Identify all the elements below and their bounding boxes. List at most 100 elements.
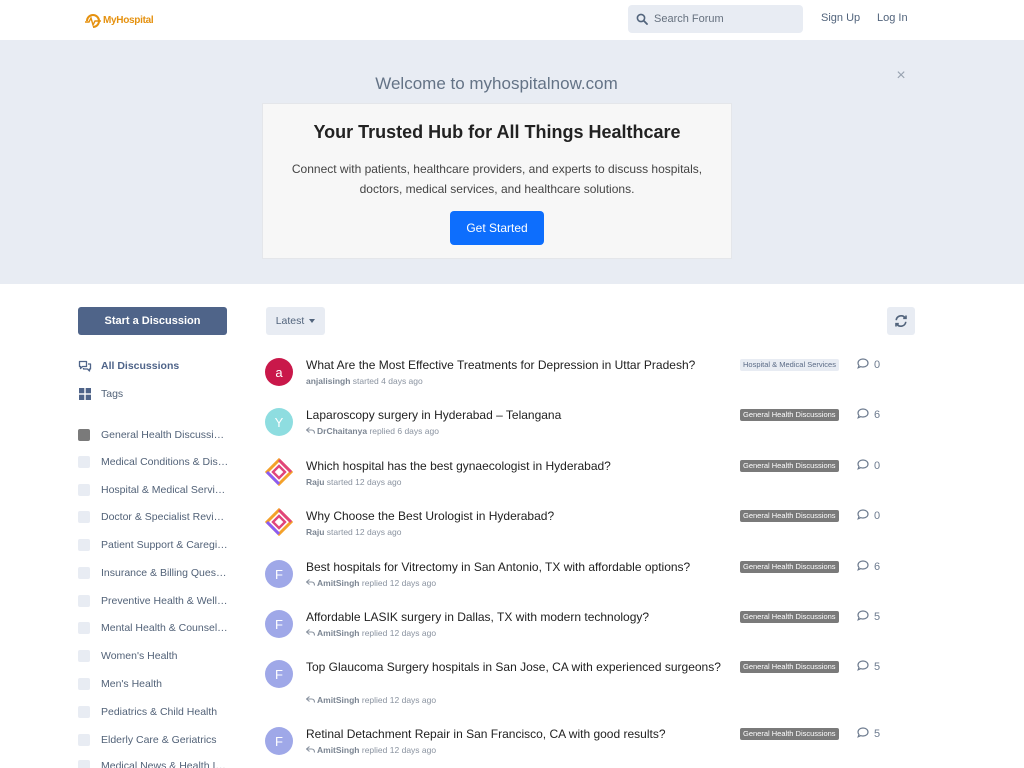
chat-bubbles-icon (78, 359, 92, 373)
get-started-button[interactable]: Get Started (450, 211, 544, 245)
search-input[interactable] (654, 13, 794, 25)
discussion-row[interactable]: Why Choose the Best Urologist in Hyderab… (264, 507, 925, 553)
action-text: started (326, 477, 353, 487)
sidebar-tag-mens-health[interactable]: Men's Health (78, 676, 229, 692)
discussion-title[interactable]: Top Glaucoma Surgery hospitals in San Jo… (306, 659, 726, 675)
discussion-meta: DrChaitanya replied 6 days ago (305, 426, 439, 436)
hospital-logo-icon (264, 507, 294, 539)
search-box[interactable] (628, 5, 803, 33)
tag-color-square (78, 511, 90, 523)
discussion-title[interactable]: Why Choose the Best Urologist in Hyderab… (306, 508, 726, 524)
user-avatar[interactable] (264, 507, 294, 539)
sort-dropdown[interactable]: Latest (266, 307, 325, 335)
username[interactable]: anjalisingh (306, 376, 350, 386)
sidebar-tag-pediatrics[interactable]: Pediatrics & Child Health (78, 704, 229, 720)
sidebar-tag-patient-support[interactable]: Patient Support & Caregivers (78, 537, 229, 553)
reply-count: 0 (857, 358, 880, 372)
tag-color-square (78, 650, 90, 662)
discussion-meta: AmitSingh replied 12 days ago (305, 628, 437, 638)
welcome-hero: Welcome to myhospitalnow.com × Your Trus… (0, 40, 1024, 284)
heartbeat-logo-icon (85, 14, 101, 28)
discussion-row[interactable]: F Top Glaucoma Surgery hospitals in San J… (265, 659, 925, 705)
username[interactable]: Raju (306, 477, 324, 487)
user-avatar[interactable]: F (265, 610, 293, 638)
user-avatar[interactable]: F (265, 660, 293, 688)
sidebar-tag-preventive-health[interactable]: Preventive Health & Wellness (78, 593, 229, 609)
refresh-icon (895, 315, 907, 327)
discussion-tag-badge[interactable]: General Health Discussions (740, 728, 839, 740)
comment-bubble-icon (857, 660, 874, 674)
comment-bubble-icon (857, 610, 874, 624)
log-in-link[interactable]: Log In (877, 12, 908, 24)
sidebar-tag-insurance-billing[interactable]: Insurance & Billing Questions (78, 565, 229, 581)
discussion-meta: Raju started 12 days ago (306, 527, 402, 537)
comment-bubble-icon (857, 509, 874, 523)
discussion-row[interactable]: Which hospital has the best gynaecologis… (264, 457, 925, 503)
discussion-row[interactable]: F Affordable LASIK surgery in Dallas, TX … (265, 610, 925, 654)
discussion-tag-badge[interactable]: General Health Discussions (740, 661, 839, 673)
discussion-row[interactable]: a What Are the Most Effective Treatments … (265, 358, 925, 402)
avatar-letter: Y (274, 414, 284, 430)
start-discussion-button[interactable]: Start a Discussion (78, 307, 227, 335)
discussion-row[interactable]: Y Laparoscopy surgery in Hyderabad – Tela… (265, 408, 925, 452)
sidebar-tag-mental-health[interactable]: Mental Health & Counseling (78, 620, 229, 636)
discussion-tag-badge[interactable]: General Health Discussions (740, 409, 839, 421)
reply-count-value: 0 (874, 359, 881, 371)
discussion-title[interactable]: What Are the Most Effective Treatments f… (306, 357, 726, 373)
sidebar-tag-hospital-services[interactable]: Hospital & Medical Services (78, 482, 229, 498)
timestamp: 12 days ago (389, 628, 437, 638)
logo-text: MyHospital (103, 14, 154, 26)
user-avatar[interactable]: a (265, 358, 293, 386)
nav-label: All Discussions (101, 360, 180, 372)
timestamp: 12 days ago (389, 578, 437, 588)
sidebar-tag-medical-conditions[interactable]: Medical Conditions & Diseases (78, 454, 229, 470)
nav-label: Tags (101, 388, 124, 400)
close-icon[interactable]: × (893, 68, 909, 84)
discussion-tag-badge[interactable]: General Health Discussions (740, 561, 839, 573)
discussion-title[interactable]: Laparoscopy surgery in Hyderabad – Telan… (306, 407, 726, 423)
avatar-letter: F (275, 733, 283, 749)
reply-icon (305, 628, 316, 638)
discussion-title[interactable]: Affordable LASIK surgery in Dallas, TX w… (306, 609, 726, 625)
action-text: replied (361, 695, 388, 705)
username[interactable]: AmitSingh (317, 745, 360, 755)
username[interactable]: AmitSingh (317, 578, 360, 588)
user-avatar[interactable]: Y (265, 408, 293, 436)
nav-tags[interactable]: Tags (78, 386, 123, 402)
comment-bubble-icon (857, 358, 874, 372)
nav-all-discussions[interactable]: All Discussions (78, 358, 179, 374)
discussion-tag-badge[interactable]: General Health Discussions (740, 611, 839, 623)
user-avatar[interactable]: F (265, 727, 293, 755)
discussion-title[interactable]: Retinal Detachment Repair in San Francis… (306, 726, 726, 742)
tag-color-square (78, 760, 90, 768)
action-text: started (326, 527, 353, 537)
reply-count: 5 (857, 610, 880, 624)
user-avatar[interactable]: F (265, 560, 293, 588)
discussion-title[interactable]: Best hospitals for Vitrectomy in San Ant… (306, 559, 726, 575)
refresh-button[interactable] (887, 307, 915, 335)
username[interactable]: Raju (306, 527, 324, 537)
sidebar-tag-medical-news[interactable]: Medical News & Health Innovations (78, 758, 229, 768)
reply-icon (305, 695, 316, 705)
username[interactable]: DrChaitanya (317, 426, 367, 436)
discussion-meta: AmitSingh replied 12 days ago (305, 695, 436, 705)
discussion-row[interactable]: F Best hospitals for Vitrectomy in San An… (265, 560, 925, 604)
discussion-tag-badge[interactable]: General Health Discussions (740, 460, 839, 472)
reply-count: 5 (857, 727, 880, 741)
sidebar-tag-elderly-care[interactable]: Elderly Care & Geriatrics (78, 732, 229, 748)
avatar-letter: F (275, 566, 283, 582)
discussion-title[interactable]: Which hospital has the best gynaecologis… (306, 458, 726, 474)
comment-bubble-icon (857, 727, 874, 741)
username[interactable]: AmitSingh (317, 628, 360, 638)
discussion-tag-badge[interactable]: General Health Discussions (740, 510, 839, 522)
reply-count: 5 (857, 660, 880, 674)
sign-up-link[interactable]: Sign Up (821, 12, 860, 24)
site-logo[interactable]: MyHospital (84, 10, 154, 30)
username[interactable]: AmitSingh (317, 695, 360, 705)
discussion-tag-badge[interactable]: Hospital & Medical Services (740, 359, 839, 371)
discussion-row[interactable]: F Retinal Detachment Repair in San Franci… (265, 727, 925, 768)
sidebar-tag-doctor-reviews[interactable]: Doctor & Specialist Reviews (78, 509, 229, 525)
sidebar-tag-general-health[interactable]: General Health Discussions (78, 427, 229, 443)
sidebar-tag-womens-health[interactable]: Women's Health (78, 648, 229, 664)
user-avatar[interactable] (264, 457, 294, 487)
